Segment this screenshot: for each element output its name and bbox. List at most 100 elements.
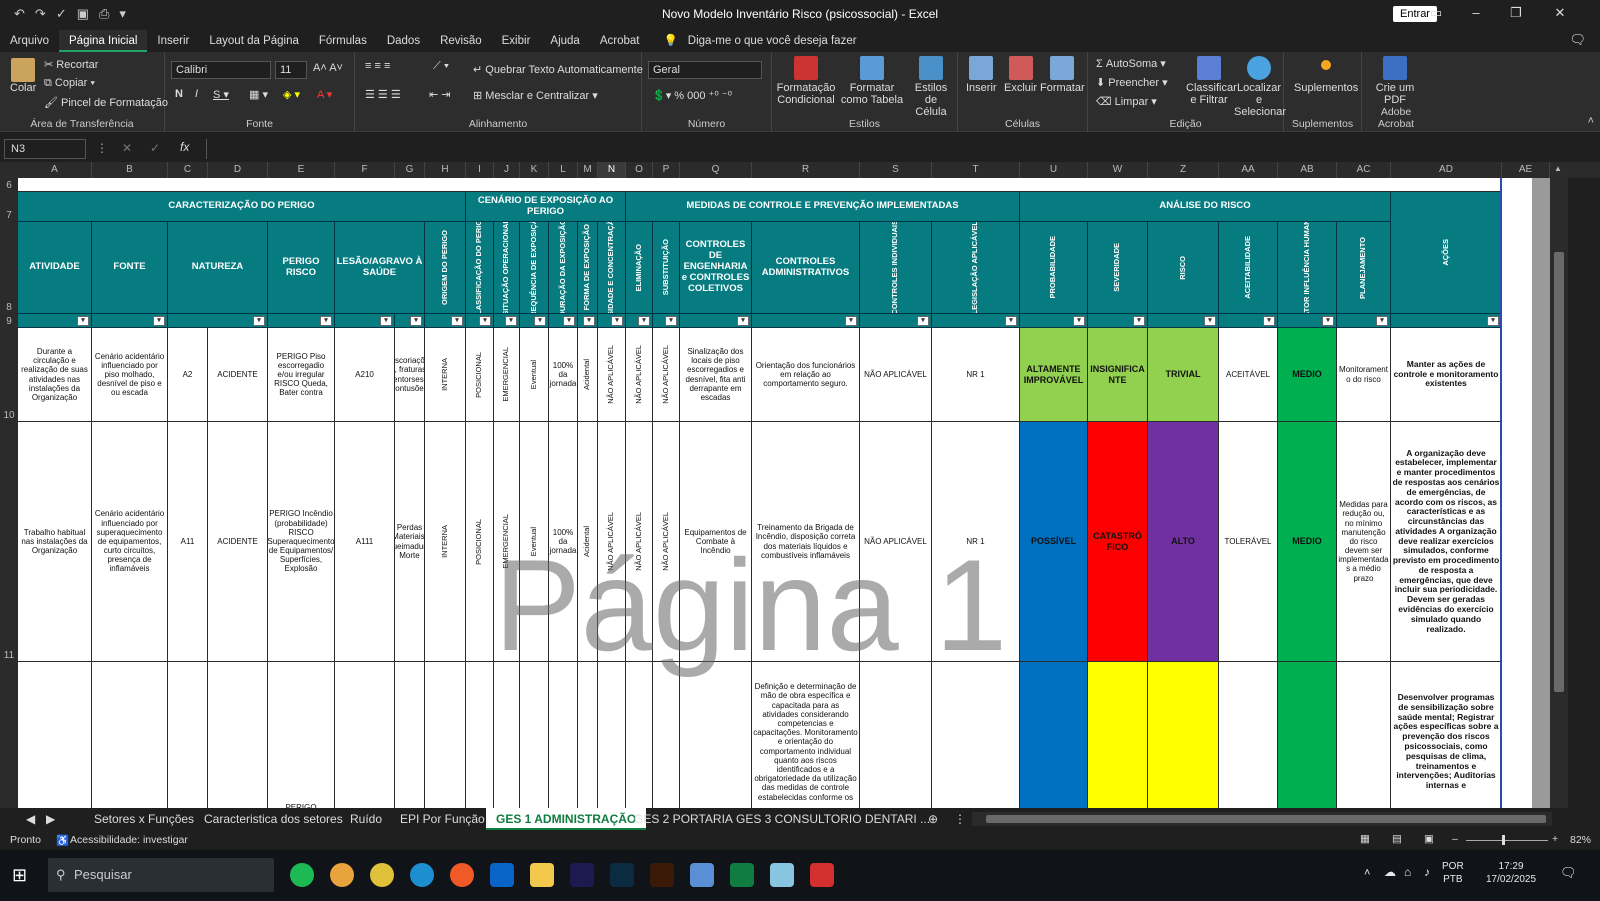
column-title[interactable]: CONTROLES ADMINISTRATIVOS [752,222,860,314]
insert-function-icon[interactable]: fx [180,140,189,154]
cell[interactable]: POSSÍVEL [1020,422,1088,662]
cell[interactable]: A111 [335,422,395,662]
filter-cell[interactable]: ▾ [752,314,860,328]
column-header[interactable]: K [520,162,549,178]
column-title[interactable]: PLANEJAMENTO [1337,222,1391,314]
cell[interactable]: ALTAMENTE IMPROVÁVEL [1020,328,1088,422]
filter-cell[interactable]: ▾ [1391,314,1502,328]
filter-dropdown-icon[interactable]: ▾ [320,316,332,326]
print-preview-icon[interactable]: ⎙ [99,6,109,22]
paste-button[interactable]: Colar [10,58,36,94]
column-header[interactable]: S [860,162,932,178]
zoom-level[interactable]: 82% [1570,834,1591,846]
tab-dados[interactable]: Dados [377,30,430,52]
cell[interactable]: INTERNA [425,328,466,422]
cell[interactable] [520,662,549,823]
filter-dropdown-icon[interactable]: ▾ [380,316,392,326]
row-number[interactable]: 7 [0,210,18,221]
column-title[interactable]: SEVERIDADE [1088,222,1148,314]
tray-chevron-icon[interactable]: ˄ [1364,867,1370,879]
filter-dropdown-icon[interactable]: ▾ [563,316,575,326]
column-header[interactable]: L [549,162,578,178]
illustrator-icon[interactable] [650,863,674,887]
filter-dropdown-icon[interactable]: ▾ [917,316,929,326]
cell[interactable] [208,662,268,823]
tab-formulas[interactable]: Fórmulas [309,30,377,52]
cell[interactable] [860,662,932,823]
sheet-tab[interactable]: GES 3 CONSULTORIO DENTARI ... [726,808,940,830]
filter-dropdown-icon[interactable]: ▾ [1487,316,1499,326]
cell[interactable]: POSICIONAL [466,328,494,422]
page-layout-icon[interactable]: ▤ [1392,833,1402,845]
tab-acrobat[interactable]: Acrobat [590,30,650,52]
app-icon[interactable] [450,863,474,887]
filter-cell[interactable]: ▾ [425,314,466,328]
sheet-tab[interactable]: EPI Por Função [390,808,495,830]
file-explorer-icon[interactable] [530,863,554,887]
column-title[interactable]: PERIGO RISCO [268,222,335,314]
ribbon-display-icon[interactable]: ▭ [1416,0,1456,28]
column-header[interactable]: N [598,162,626,178]
column-header[interactable]: AD [1391,162,1502,178]
copy-button[interactable]: ⧉ Copiar ▾ [44,77,95,90]
undo-icon[interactable]: ↶ [14,6,25,22]
cell[interactable] [1148,662,1219,823]
cell[interactable]: Desenvolver programas de sensibilização … [1391,662,1502,823]
currency-icon[interactable]: 💲▾ % 000 ⁺⁰ ⁻⁰ [652,89,732,102]
column-title[interactable]: ATIVIDADE [18,222,92,314]
cell[interactable] [578,662,598,823]
outlook-icon[interactable] [490,863,514,887]
cell[interactable] [425,662,466,823]
cell[interactable]: Treinamento da Brigada de Incêndio, disp… [752,422,860,662]
customize-qat-icon[interactable]: ▾ [119,6,126,22]
filter-cell[interactable]: ▾ [168,314,268,328]
more-options-icon[interactable]: ⋮ [96,141,108,155]
row-number[interactable]: 6 [0,180,18,191]
filter-cell[interactable]: ▾ [268,314,335,328]
worksheet-grid[interactable]: CARACTERIZAÇÃO DO PERIGO CENÁRIO DE EXPOS… [18,178,1532,823]
filter-cell[interactable]: ▾ [1148,314,1219,328]
column-header[interactable]: AC [1337,162,1391,178]
column-title[interactable]: DURAÇÃO DA EXPOSIÇÃO [549,222,578,314]
cell[interactable]: PERIGO Exigência de alto [268,662,335,823]
tell-me-search[interactable]: Diga-me o que você deseja fazer [688,30,867,52]
filter-dropdown-icon[interactable]: ▾ [534,316,546,326]
bold-button[interactable]: N [175,88,183,100]
filter-cell[interactable]: ▾ [1020,314,1088,328]
cell[interactable]: EMERGENCIAL [494,328,520,422]
filter-cell[interactable]: ▾ [578,314,598,328]
cut-button[interactable]: ✂ Recortar [44,58,98,71]
filter-cell[interactable]: ▾ [18,314,92,328]
create-pdf-button[interactable]: Crie um PDF [1372,56,1418,106]
cell[interactable]: NÃO APLICÁVEL [860,328,932,422]
cloud-icon[interactable]: ☁ [1384,865,1396,879]
column-header[interactable]: E [268,162,335,178]
language-indicator[interactable]: POR PTB [1442,860,1464,886]
column-title[interactable]: AÇÕES [1391,192,1502,314]
cell[interactable]: PERIGO Incêndio (probabilidade) RISCO Su… [268,422,335,662]
cell[interactable]: NÃO APLICÁVEL [598,328,626,422]
cell[interactable] [1219,662,1278,823]
delete-cells-button[interactable]: Excluir [1004,56,1037,94]
maximize-icon[interactable]: ❐ [1496,0,1536,28]
filter-cell[interactable]: ▾ [1278,314,1337,328]
wrap-text-button[interactable]: ↵ Quebrar Texto Automaticamente [473,63,643,76]
column-header[interactable]: B [92,162,168,178]
cell[interactable]: NR 1 [932,328,1020,422]
cell[interactable] [168,662,208,823]
cell[interactable]: NÃO APLICÁVEL [626,422,653,662]
cell[interactable]: Escoriaçõe s, fraturas, entorses, contus… [395,328,425,422]
filter-dropdown-icon[interactable]: ▾ [665,316,677,326]
find-select-button[interactable]: Localizar e Selecionar [1234,56,1286,118]
cell[interactable]: INTERNA [425,422,466,662]
font-name-select[interactable]: Calibri [171,61,271,79]
cell[interactable] [92,662,168,823]
align-left-icon[interactable]: ☰ ☰ ☰ [365,88,401,101]
filter-dropdown-icon[interactable]: ▾ [410,316,422,326]
column-header[interactable]: D [208,162,268,178]
cell[interactable] [1278,662,1337,823]
accessibility-status[interactable]: Acessibilidade: investigar [70,834,188,846]
column-header[interactable]: T [932,162,1020,178]
premiere-icon[interactable] [570,863,594,887]
cell[interactable]: Acidental [578,422,598,662]
